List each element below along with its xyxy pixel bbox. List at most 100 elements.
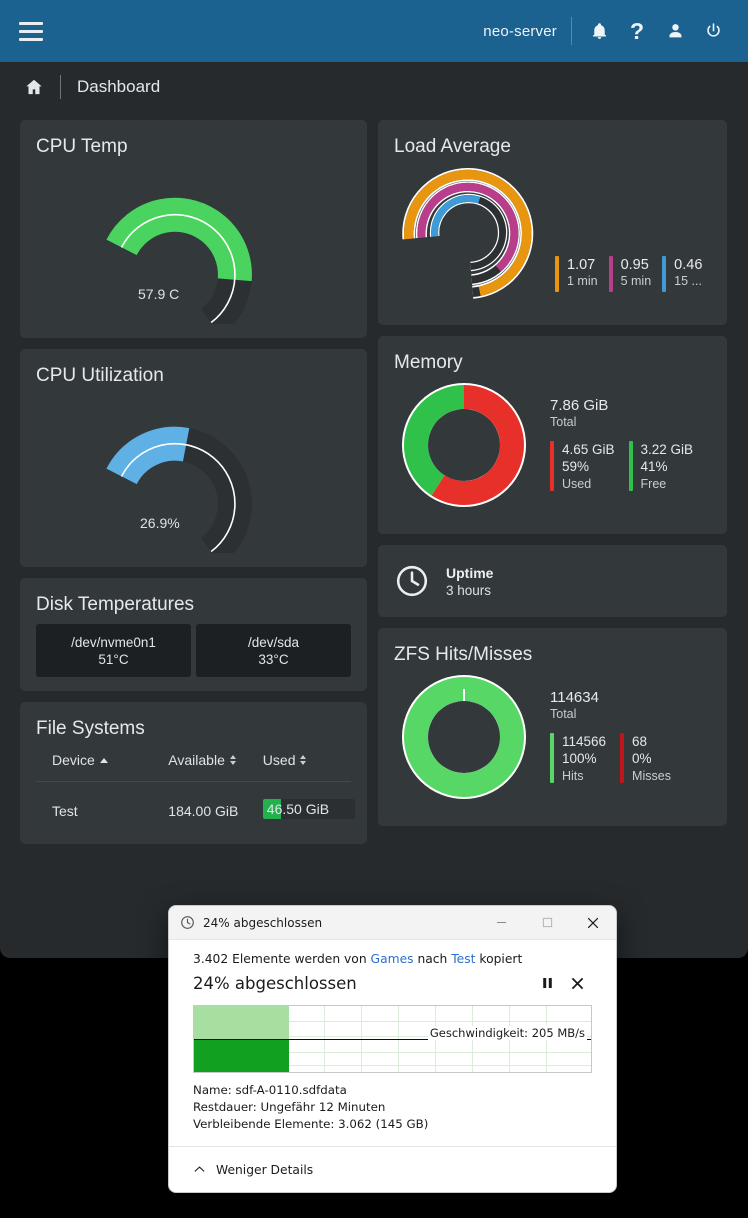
- detail-remaining-items-value: 3.062 (145 GB): [338, 1116, 429, 1131]
- graph-upper-band: [194, 1006, 290, 1039]
- cell-used: 46.50 GiB: [262, 799, 355, 822]
- legend-item-misses: 68 0% Misses: [620, 732, 671, 785]
- disk-temperature-list: /dev/nvme0n1 51°C /dev/sda 33°C: [36, 624, 351, 678]
- legend-value: 0.46: [674, 257, 703, 273]
- chevron-up-icon[interactable]: [193, 1163, 206, 1176]
- column-header-device-label: Device: [52, 752, 95, 769]
- card-memory-title: Memory: [394, 352, 463, 373]
- speed-label: Geschwindigkeit: 205 MB/s: [427, 1025, 587, 1040]
- legend-color-bar: [620, 732, 625, 783]
- copy-summary-prefix: 3.402 Elemente werden von: [193, 952, 371, 966]
- bell-icon[interactable]: [580, 12, 618, 50]
- home-icon[interactable]: [24, 77, 44, 97]
- copy-summary-line: 3.402 Elemente werden von Games nach Tes…: [193, 952, 592, 966]
- disk-device-name: /dev/nvme0n1: [71, 635, 156, 650]
- disk-device-name: /dev/sda: [247, 635, 300, 650]
- zfs-stats: 114634 Total 114566 100% Hits 68 0% Miss…: [550, 689, 711, 784]
- memory-total-value: 7.86 GiB: [550, 397, 609, 415]
- card-zfs-hits-misses: ZFS Hits/Misses 114634 Total 114566 100%…: [378, 628, 727, 826]
- throughput-graph: Geschwindigkeit: 205 MB/s: [193, 1005, 592, 1073]
- column-header-available[interactable]: Available: [168, 752, 263, 768]
- file-systems-table-header: Device Available Used: [36, 752, 351, 783]
- column-header-used[interactable]: Used: [263, 752, 351, 768]
- copy-summary-middle: nach: [413, 952, 452, 966]
- dialog-title-area: 24% abgeschlossen: [169, 915, 478, 930]
- cell-available: 184.00 GiB: [168, 802, 239, 819]
- memory-stats: 7.86 GiB Total 4.65 GiB 59% Used 3.22 Gi…: [550, 397, 711, 492]
- load-average-content: 1.07 1 min 0.95 5 min 0.46 15 ...: [394, 164, 711, 304]
- detail-remaining-time: Restdauer: Ungefähr 12 Minuten: [193, 1099, 592, 1116]
- power-icon[interactable]: [694, 12, 732, 50]
- disk-device-temp: 33°C: [258, 652, 289, 668]
- zfs-hits-label: Hits: [562, 769, 584, 784]
- memory-total-label: Total: [550, 414, 577, 429]
- toggle-details-label[interactable]: Weniger Details: [216, 1163, 313, 1177]
- legend-item: 0.95 5 min: [608, 256, 652, 292]
- breadcrumb: Dashboard: [0, 62, 748, 112]
- zfs-total-label: Total: [550, 706, 577, 721]
- cancel-icon[interactable]: [562, 970, 592, 996]
- dialog-title-text: 24% abgeschlossen: [203, 915, 323, 930]
- card-disk-temperatures: Disk Temperatures /dev/nvme0n1 51°C /dev…: [20, 578, 367, 692]
- legend-item-used: 4.65 GiB 59% Used: [550, 440, 615, 493]
- detail-remaining-items: Verbleibende Elemente: 3.062 (145 GB): [193, 1116, 592, 1133]
- progress-header-row: 24% abgeschlossen: [193, 970, 592, 996]
- copy-target-link[interactable]: Test: [451, 952, 475, 966]
- cpu-utilization-value: 26.9%: [140, 515, 180, 531]
- column-header-device[interactable]: Device: [36, 752, 168, 768]
- dialog-titlebar[interactable]: 24% abgeschlossen: [169, 906, 616, 940]
- zfs-legend: 114566 100% Hits 68 0% Misses: [550, 732, 711, 785]
- dashboard-left-column: CPU Temp 57.9 C CPU Utilization 26.9% Di…: [20, 120, 367, 845]
- memory-used-value: 4.65 GiB: [562, 441, 615, 457]
- pause-icon[interactable]: [532, 970, 562, 996]
- zfs-donut: [394, 672, 534, 802]
- memory-free-value: 3.22 GiB: [640, 441, 694, 457]
- legend-color-bar: [550, 732, 554, 783]
- zfs-hits-value: 114566: [562, 733, 607, 749]
- dialog-body: 3.402 Elemente werden von Games nach Tes…: [169, 940, 616, 1132]
- sort-toggle-icon: [300, 755, 307, 766]
- detail-remaining-time-label: Restdauer:: [193, 1099, 257, 1114]
- server-name-label: neo-server: [483, 22, 557, 40]
- card-cpu-utilization: CPU Utilization 26.9%: [20, 349, 367, 567]
- close-button[interactable]: [570, 906, 616, 939]
- cpu-utilization-gauge: 26.9%: [36, 393, 351, 553]
- cpu-temp-value: 57.9 C: [138, 286, 180, 302]
- user-icon[interactable]: [656, 12, 694, 50]
- dialog-footer: Weniger Details: [169, 1146, 616, 1192]
- card-cpu-temp: CPU Temp 57.9 C: [20, 120, 367, 338]
- minimize-button[interactable]: [478, 906, 524, 939]
- dashboard-grid: CPU Temp 57.9 C CPU Utilization 26.9% Di…: [0, 120, 748, 845]
- legend-item-hits: 114566 100% Hits: [550, 732, 607, 785]
- memory-donut: [394, 380, 534, 510]
- memory-legend: 4.65 GiB 59% Used 3.22 GiB 41% Free: [550, 440, 711, 493]
- maximize-button[interactable]: [524, 906, 570, 939]
- help-icon[interactable]: ?: [618, 12, 656, 50]
- copy-source-link[interactable]: Games: [371, 952, 414, 966]
- disk-temperature-item: /dev/nvme0n1 51°C: [36, 624, 191, 678]
- card-file-systems: File Systems Device Available Used Test …: [20, 702, 367, 845]
- table-row[interactable]: Test 184.00 GiB 46.50 GiB: [36, 782, 355, 838]
- disk-temperature-item: /dev/sda 33°C: [196, 624, 351, 678]
- uptime-text: Uptime 3 hours: [446, 564, 493, 597]
- used-progress-cell: 46.50 GiB: [262, 799, 355, 820]
- cpu-temp-gauge: 57.9 C: [36, 164, 351, 324]
- top-navigation-bar: neo-server ?: [0, 0, 748, 62]
- hamburger-icon[interactable]: [16, 16, 46, 46]
- card-cpu-temp-title: CPU Temp: [36, 136, 128, 157]
- copy-details: Name: sdf-A-0110.sdfdata Restdauer: Unge…: [193, 1082, 592, 1132]
- screen-root: neo-server ? Dashboard CPU Temp 57.9 C C…: [0, 0, 748, 1218]
- legend-value: 0.95: [620, 257, 649, 273]
- legend-item-free: 3.22 GiB 41% Free: [628, 440, 694, 493]
- detail-name-value: sdf-A-0110.sdfdata: [235, 1083, 347, 1097]
- card-disk-temperatures-title: Disk Temperatures: [36, 594, 195, 615]
- legend-label: 5 min: [620, 274, 652, 289]
- uptime-title: Uptime: [446, 565, 494, 582]
- app-shell: neo-server ? Dashboard CPU Temp 57.9 C C…: [0, 0, 748, 958]
- column-header-used-label: Used: [262, 752, 296, 769]
- card-cpu-utilization-title: CPU Utilization: [36, 365, 164, 386]
- breadcrumb-separator: [60, 75, 61, 99]
- legend-item: 0.46 15 ...: [662, 256, 702, 292]
- progress-percent-label: 24% abgeschlossen: [193, 973, 357, 993]
- card-memory: Memory 7.86 GiB Total 4.65 GiB 59% Used …: [378, 336, 727, 534]
